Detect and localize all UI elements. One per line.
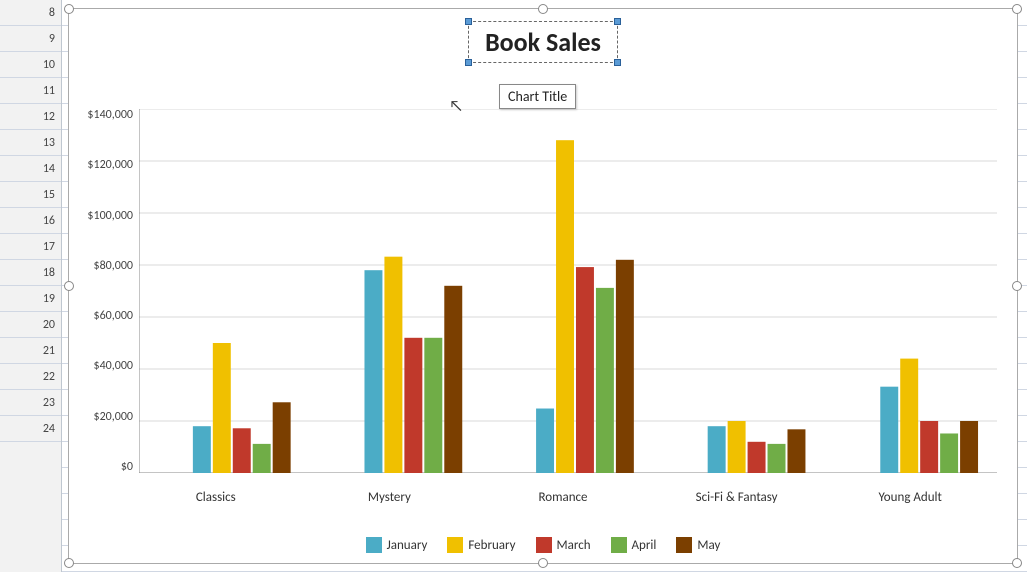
row-num-9: 9: [0, 26, 61, 52]
row-num-13: 13: [0, 130, 61, 156]
chart-container[interactable]: Book Sales ↖ Chart Title $140,000 $120,0…: [68, 8, 1018, 564]
handle-bottom-left[interactable]: [64, 558, 74, 568]
handle-bottom-center[interactable]: [538, 558, 548, 568]
y-label-0: $0: [121, 461, 133, 473]
legend-label-march: March: [557, 538, 591, 553]
row-num-14: 14: [0, 156, 61, 182]
x-label-classics: Classics: [129, 490, 303, 505]
chart-legend: January February March April May: [69, 537, 1017, 553]
handle-middle-left[interactable]: [64, 281, 74, 291]
handle-bottom-right[interactable]: [1012, 558, 1022, 568]
y-label-60k: $60,000: [94, 310, 134, 322]
row-num-22: 22: [0, 364, 61, 390]
row-num-17: 17: [0, 234, 61, 260]
legend-label-april: April: [632, 538, 657, 553]
legend-item-may: May: [676, 537, 720, 553]
legend-label-february: February: [468, 538, 515, 553]
title-handle-tl[interactable]: [465, 18, 472, 25]
title-handle-bl[interactable]: [465, 59, 472, 66]
row-numbers: 8 9 10 11 12 13 14 15 16 17 18 19 20 21 …: [0, 0, 62, 572]
y-label-20k: $20,000: [94, 411, 134, 423]
chart-svg: [139, 109, 997, 473]
row-num-16: 16: [0, 208, 61, 234]
y-label-140k: $140,000: [87, 109, 133, 121]
x-label-romance: Romance: [476, 490, 650, 505]
legend-item-april: April: [611, 537, 657, 553]
x-label-scifi: Sci-Fi & Fantasy: [650, 490, 824, 505]
legend-item-february: February: [447, 537, 515, 553]
row-num-10: 10: [0, 52, 61, 78]
y-axis: $140,000 $120,000 $100,000 $80,000 $60,0…: [69, 109, 139, 473]
y-label-80k: $80,000: [94, 260, 134, 272]
title-handle-br[interactable]: [614, 59, 621, 66]
legend-swatch-april: [611, 537, 627, 553]
row-num-12: 12: [0, 104, 61, 130]
legend-swatch-february: [447, 537, 463, 553]
legend-swatch-may: [676, 537, 692, 553]
row-num-15: 15: [0, 182, 61, 208]
row-num-20: 20: [0, 312, 61, 338]
row-num-19: 19: [0, 286, 61, 312]
x-axis-labels: Classics Mystery Romance Sci-Fi & Fantas…: [129, 490, 997, 505]
handle-top-center[interactable]: [538, 4, 548, 14]
row-num-11: 11: [0, 78, 61, 104]
title-handle-tr[interactable]: [614, 18, 621, 25]
y-label-100k: $100,000: [87, 210, 133, 222]
cursor-icon: ↖: [449, 97, 463, 116]
chart-title-area: Book Sales: [69, 21, 1017, 63]
row-num-23: 23: [0, 390, 61, 416]
chart-title-tooltip: Chart Title: [499, 84, 576, 109]
row-num-24: 24: [0, 416, 61, 442]
handle-top-right[interactable]: [1012, 4, 1022, 14]
legend-item-march: March: [536, 537, 591, 553]
handle-top-left[interactable]: [64, 4, 74, 14]
legend-label-may: May: [697, 538, 720, 553]
row-num-8: 8: [0, 0, 61, 26]
legend-item-january: January: [366, 537, 428, 553]
handle-middle-right[interactable]: [1012, 281, 1022, 291]
legend-swatch-january: [366, 537, 382, 553]
row-num-18: 18: [0, 260, 61, 286]
y-label-40k: $40,000: [94, 360, 134, 372]
legend-label-january: January: [387, 538, 428, 553]
row-num-21: 21: [0, 338, 61, 364]
y-label-120k: $120,000: [87, 159, 133, 171]
x-label-mystery: Mystery: [303, 490, 477, 505]
legend-swatch-march: [536, 537, 552, 553]
chart-title-text: Book Sales: [485, 26, 601, 58]
chart-title-box[interactable]: Book Sales: [468, 21, 618, 63]
x-label-youngadult: Young Adult: [823, 490, 997, 505]
